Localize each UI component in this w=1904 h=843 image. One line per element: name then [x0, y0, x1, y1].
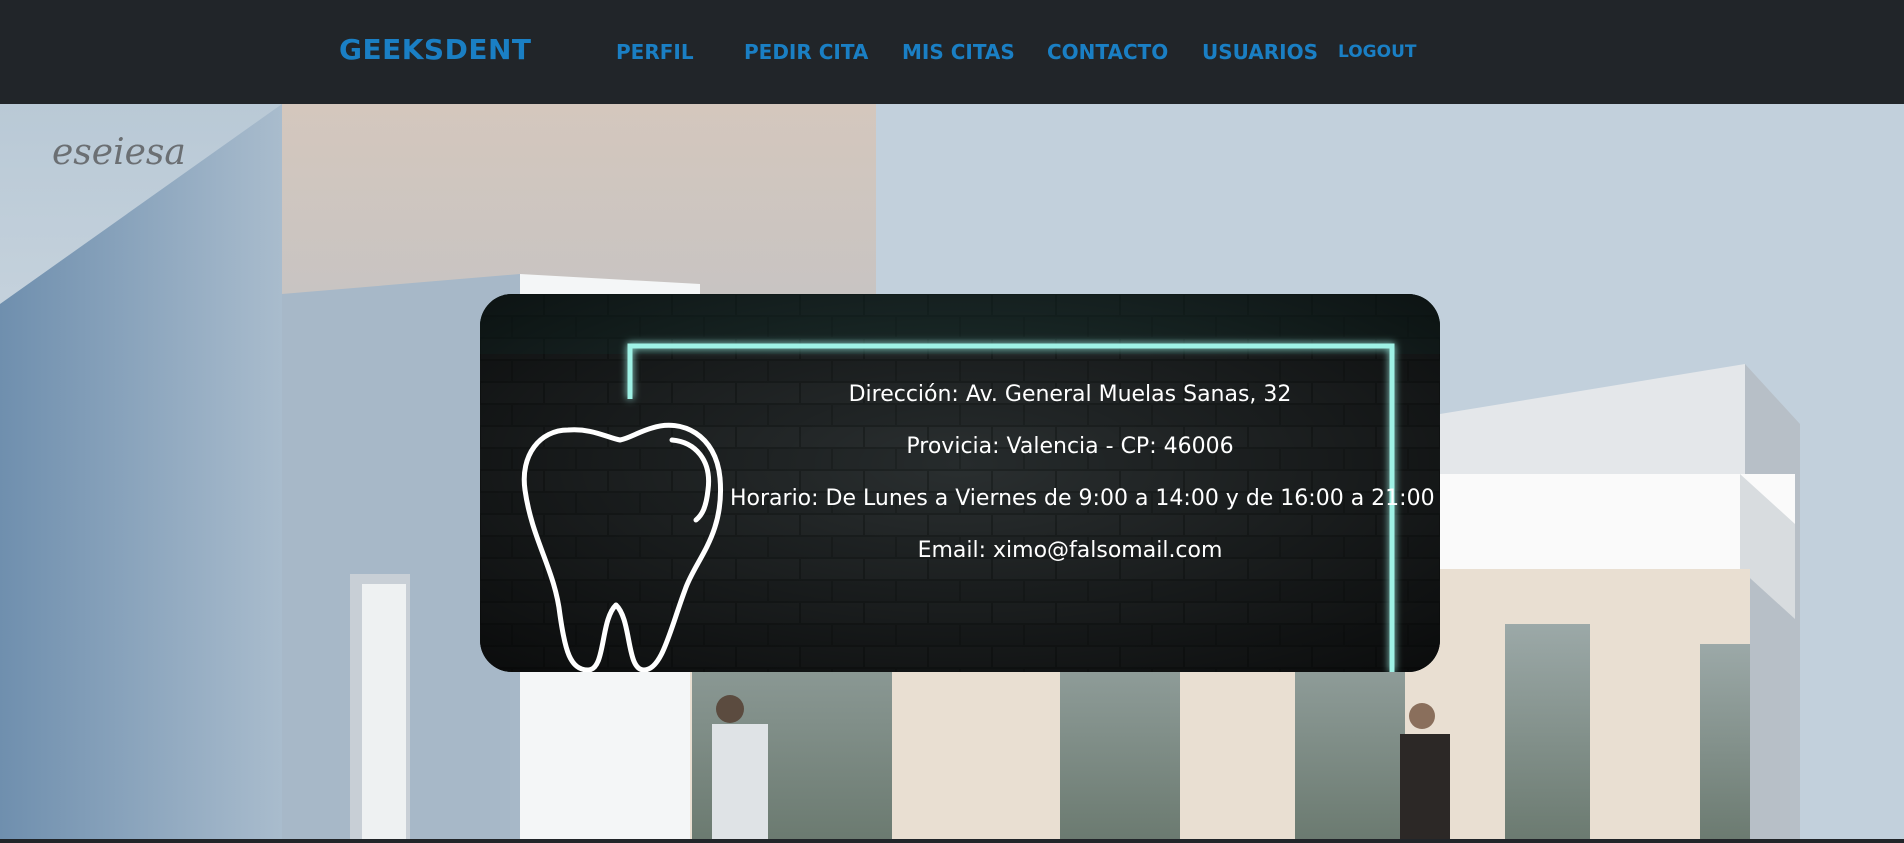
nav-link-logout[interactable]: LOGOUT: [1338, 44, 1416, 61]
contact-email: Email: ximo@falsomail.com: [917, 538, 1223, 563]
top-navbar: GEEKSDENT PERFIL PEDIR CITA MIS CITAS CO…: [0, 0, 1904, 104]
tooth-icon: [521, 422, 724, 672]
contact-schedule: Horario: De Lunes a Viernes de 9:00 a 14…: [730, 486, 1435, 511]
nav-link-mis-citas[interactable]: MIS CITAS: [902, 42, 1015, 62]
brand-logo-link[interactable]: GEEKSDENT: [339, 36, 532, 64]
contact-province: Provicia: Valencia - CP: 46006: [906, 434, 1234, 459]
nav-link-perfil[interactable]: PERFIL: [616, 42, 694, 62]
contact-details: Dirección: Av. General Muelas Sanas, 32 …: [730, 382, 1435, 590]
nav-link-pedir-cita[interactable]: PEDIR CITA: [744, 42, 868, 62]
contact-info-card: Dirección: Av. General Muelas Sanas, 32 …: [480, 294, 1440, 672]
nav-link-contacto[interactable]: CONTACTO: [1047, 42, 1168, 62]
contact-address: Dirección: Av. General Muelas Sanas, 32: [848, 382, 1292, 407]
bottom-divider: [0, 839, 1904, 843]
nav-link-usuarios[interactable]: USUARIOS: [1202, 42, 1318, 62]
hero-watermark-text: eseiesa: [52, 132, 186, 173]
